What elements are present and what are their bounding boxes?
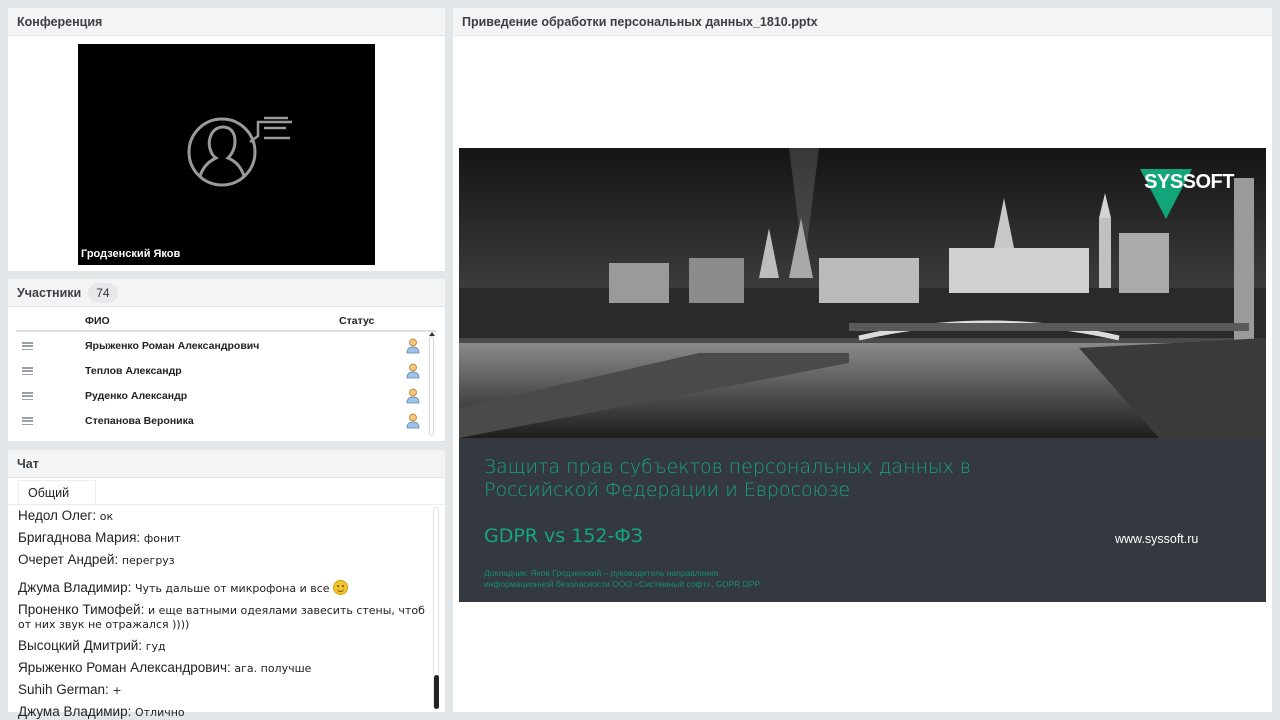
scroll-up-arrow-icon[interactable] <box>429 332 435 336</box>
message-text: ок <box>99 510 114 523</box>
participant-row[interactable]: Руденко Александр <box>16 384 436 409</box>
participants-count-badge: 74 <box>88 282 118 303</box>
message-text: Чуть дальше от микрофона и все <box>134 582 330 595</box>
menu-icon[interactable] <box>22 417 33 425</box>
chat-message: Высоцкий Дмитрий: гуд <box>18 635 436 657</box>
message-author: Проненко Тимофей: <box>18 602 145 617</box>
message-text: ага. получше <box>234 662 312 675</box>
chat-panel: Чат Общий Недол Олег: ок Бригаднова Мари… <box>8 450 445 719</box>
participant-name: Теплов Александр <box>85 365 182 377</box>
chat-message: Джума Владимир: Отлично <box>18 701 436 720</box>
menu-icon[interactable] <box>22 342 33 350</box>
slide-url: www.syssoft.ru <box>1115 532 1199 546</box>
participant-name: Руденко Александр <box>85 390 188 402</box>
slide-photo-kremlin: SYSSOFT <box>459 148 1266 438</box>
message-author: Джума Владимир: <box>18 580 132 595</box>
chat-message: Недол Олег: ок <box>18 505 436 527</box>
participant-name: Ярыженко Роман Александрович <box>85 340 260 352</box>
slide-title-line2: Российской Федерации и Евросоюзе <box>484 479 851 501</box>
participants-title: Участники <box>17 285 82 300</box>
slide-title: Защита прав субъектов персональных данны… <box>484 456 971 502</box>
slide-title-line1: Защита прав субъектов персональных данны… <box>484 456 971 478</box>
chat-scrollbar-thumb[interactable] <box>434 675 439 709</box>
slide-subtitle: GDPR vs 152-ФЗ <box>484 525 643 547</box>
participants-header: Участники 74 <box>8 279 445 307</box>
slide-text-area: Защита прав субъектов персональных данны… <box>459 438 1266 602</box>
chat-message: Бригаднова Мария: фонит <box>18 527 436 549</box>
message-text: гуд <box>145 640 166 653</box>
message-text: Отлично <box>134 706 185 719</box>
message-author: Очерет Андрей: <box>18 552 119 567</box>
participant-row[interactable]: Теплов Александр <box>16 359 436 384</box>
message-author: Suhih German: <box>18 682 109 697</box>
conference-title: Конференция <box>8 8 445 36</box>
chat-messages: Недол Олег: ок Бригаднова Мария: фонит О… <box>18 505 436 720</box>
participants-scrollbar[interactable] <box>429 336 434 436</box>
conference-panel: Конференция Гродзенский Яков <box>8 8 445 271</box>
chat-tab-general[interactable]: Общий <box>18 480 96 504</box>
chat-message: Джума Владимир: Чуть дальше от микрофона… <box>18 576 436 599</box>
menu-icon[interactable] <box>22 392 33 400</box>
message-text: фонит <box>143 532 181 545</box>
message-author: Бригаднова Мария: <box>18 530 141 545</box>
message-author: Ярыженко Роман Александрович: <box>18 660 231 675</box>
presentation-title: Приведение обработки персональных данных… <box>453 8 1272 36</box>
user-status-icon <box>406 388 420 404</box>
chat-title: Чат <box>8 450 445 478</box>
user-status-icon <box>406 363 420 379</box>
message-text: + <box>112 684 122 697</box>
speaker-avatar-icon <box>187 116 292 187</box>
video-feed[interactable]: Гродзенский Яков <box>78 44 375 265</box>
smile-emoji-icon <box>333 580 349 595</box>
chat-message: Проненко Тимофей: и еще ватными одеялами… <box>18 599 436 635</box>
syssoft-logo: SYSSOFT <box>1140 169 1234 219</box>
speaker-info-line2: информационной безопасности ООО «Системн… <box>484 579 761 589</box>
participants-panel: Участники 74 ФИО Статус Ярыженко Роман А… <box>8 279 445 441</box>
column-header-status[interactable]: Статус <box>339 315 374 327</box>
message-text: перегруз <box>121 554 175 567</box>
menu-icon[interactable] <box>22 367 33 375</box>
chat-message: Очерет Андрей: перегруз <box>18 549 436 576</box>
participants-table-header: ФИО Статус <box>16 314 436 332</box>
participant-name: Степанова Вероника <box>85 415 194 427</box>
participant-row[interactable]: Степанова Вероника <box>16 409 436 434</box>
slide-speaker-info: Докладчик: Яков Гродзенский – руководите… <box>484 568 760 590</box>
chat-message: Suhih German: + <box>18 679 436 701</box>
presentation-panel: Приведение обработки персональных данных… <box>453 8 1272 712</box>
speaker-info-line1: Докладчик: Яков Гродзенский – руководите… <box>484 568 719 578</box>
chat-message: Ярыженко Роман Александрович: ага. получ… <box>18 657 436 679</box>
presentation-slide[interactable]: SYSSOFT Защита прав субъектов персональн… <box>459 148 1266 602</box>
speaker-name: Гродзенский Яков <box>81 248 181 260</box>
message-author: Высоцкий Дмитрий: <box>18 638 143 653</box>
user-status-icon <box>406 413 420 429</box>
message-author: Недол Олег: <box>18 508 97 523</box>
user-status-icon <box>406 338 420 354</box>
participant-row[interactable]: Ярыженко Роман Александрович <box>16 334 436 359</box>
participants-list: Ярыженко Роман Александрович Теплов Алек… <box>16 334 436 434</box>
message-author: Джума Владимир: <box>18 704 132 719</box>
column-header-name[interactable]: ФИО <box>85 315 110 327</box>
